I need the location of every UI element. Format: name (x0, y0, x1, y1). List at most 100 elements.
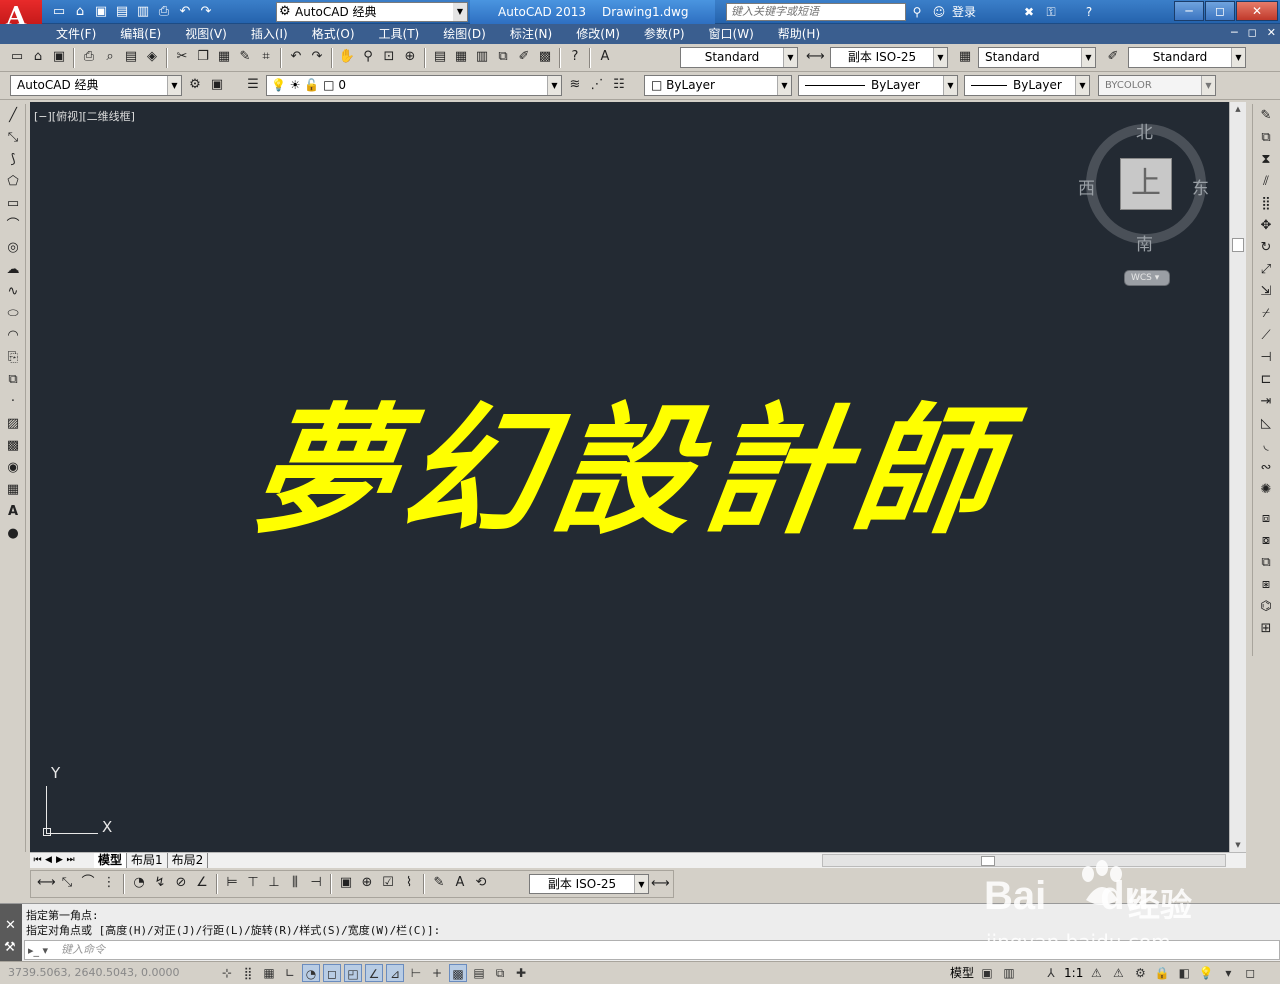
extend-icon[interactable]: ⟋ (1255, 325, 1277, 346)
region-icon[interactable]: ◉ (2, 457, 24, 478)
line-icon[interactable]: ╱ (2, 105, 24, 126)
add-selected-icon[interactable]: ● (2, 523, 24, 544)
calculator-icon[interactable]: ▩ (536, 48, 554, 66)
scale-icon[interactable]: ⤢ (1255, 259, 1277, 280)
wcs-menu[interactable]: WCS ▾ (1124, 270, 1170, 286)
stretch-icon[interactable]: ⇲ (1255, 281, 1277, 302)
layer-previous-icon[interactable]: ⋰ (588, 76, 606, 94)
open-file-icon[interactable]: ⌂ (29, 48, 47, 66)
table-icon[interactable]: ▦ (2, 479, 24, 500)
dim-style-manager-icon[interactable]: ⟷ (651, 875, 670, 893)
copy-object-icon[interactable]: ⧉ (1255, 127, 1277, 148)
sheet-set-icon[interactable]: ⧉ (494, 48, 512, 66)
scroll-up-icon[interactable]: ▲ (1230, 102, 1246, 116)
publish-icon[interactable]: ▤ (122, 48, 140, 66)
saveas-icon[interactable]: ▤ (113, 3, 131, 21)
dim-update-icon[interactable]: ⟲ (472, 874, 490, 892)
new-icon[interactable]: ▭ (50, 3, 68, 21)
menu-dimension[interactable]: 标注(N) (498, 24, 564, 44)
toolbar-lock-icon[interactable]: 🔒 (1153, 964, 1171, 982)
text-front-icon[interactable]: ⌬ (1255, 596, 1277, 617)
break-icon[interactable]: ⊏ (1255, 369, 1277, 390)
exchange-icon[interactable]: ✖ (1020, 2, 1038, 22)
annotation-monitor-icon[interactable]: ✚ (512, 964, 530, 982)
viewcube[interactable]: 上 北 南 东 西 (1078, 123, 1209, 255)
save-file-icon[interactable]: ▣ (50, 48, 68, 66)
explode-icon[interactable]: ✺ (1255, 479, 1277, 500)
arc-icon[interactable]: ⌒ (2, 215, 24, 236)
workspace-select[interactable]: AutoCAD 经典 ▼ (10, 75, 182, 96)
open-icon[interactable]: ⌂ (71, 3, 89, 21)
lineweight-icon[interactable]: + (428, 964, 446, 982)
polygon-icon[interactable]: ⬠ (2, 171, 24, 192)
3d-object-snap-icon[interactable]: ◰ (344, 964, 362, 982)
array-icon[interactable]: ⣿ (1255, 193, 1277, 214)
command-window-handle[interactable]: ✕ ⚒ (0, 904, 22, 962)
close-button[interactable]: ✕ (1236, 1, 1278, 21)
point-icon[interactable]: · (2, 391, 24, 412)
arc-length-icon[interactable]: ⌒ (79, 874, 97, 892)
redo-tool-icon[interactable]: ↷ (308, 48, 326, 66)
drawing-text[interactable]: 夢幻設計師 (30, 387, 1229, 557)
menu-window[interactable]: 窗口(W) (697, 24, 766, 44)
plot-preview-icon[interactable]: ⌕ (101, 48, 119, 66)
help-search-input[interactable] (726, 3, 906, 21)
doc-close-button[interactable]: ✕ (1267, 26, 1276, 39)
workspace-selector[interactable]: ⚙ AutoCAD 经典 ▼ (276, 2, 468, 22)
print-icon[interactable]: ⎙ (155, 3, 173, 21)
circle-icon[interactable]: ◎ (2, 237, 24, 258)
diameter-dim-icon[interactable]: ⊘ (172, 874, 190, 892)
lineweight-select[interactable]: ByLayer ▼ (964, 75, 1090, 96)
block-editor-icon[interactable]: ⌗ (257, 48, 275, 66)
jogged-dim-icon[interactable]: ↯ (151, 874, 169, 892)
dim-text-edit-icon[interactable]: A (451, 874, 469, 892)
help-tool-icon[interactable]: ? (566, 48, 584, 66)
move-icon[interactable]: ✥ (1255, 215, 1277, 236)
rotate-icon[interactable]: ↻ (1255, 237, 1277, 258)
text-style-icon[interactable]: A (596, 48, 614, 66)
match-properties-icon[interactable]: ✎ (236, 48, 254, 66)
erase-icon[interactable]: ✎ (1255, 105, 1277, 126)
paste-icon[interactable]: ▦ (215, 48, 233, 66)
snap-mode-icon[interactable]: ⣿ (239, 964, 257, 982)
tolerance-icon[interactable]: ▣ (337, 874, 355, 892)
mleader-style-icon[interactable]: ✐ (1104, 48, 1122, 66)
revision-cloud-icon[interactable]: ☁ (2, 259, 24, 280)
text-style-select[interactable]: Standard ▼ (680, 47, 798, 68)
login-link[interactable]: 登录 (952, 2, 976, 22)
viewcube-east[interactable]: 东 (1192, 174, 1209, 199)
join-icon[interactable]: ⇥ (1255, 391, 1277, 412)
break-at-point-icon[interactable]: ⊣ (1255, 347, 1277, 368)
jogged-linear-icon[interactable]: ⌇ (400, 874, 418, 892)
layer-select[interactable]: 💡 ☀ 🔓 □ 0 ▼ (266, 75, 562, 96)
viewcube-south[interactable]: 南 (1136, 230, 1153, 255)
help-icon[interactable]: ? (1080, 2, 1098, 22)
baseline-dim-icon[interactable]: ⊤ (244, 874, 262, 892)
annotation-visibility-icon[interactable]: ⚠ (1087, 964, 1105, 982)
plot-icon[interactable]: ▥ (134, 3, 152, 21)
scroll-down-icon[interactable]: ▼ (1230, 838, 1246, 852)
chamfer-icon[interactable]: ◺ (1255, 413, 1277, 434)
continue-dim-icon[interactable]: ⊥ (265, 874, 283, 892)
maximize-button[interactable]: ◻ (1205, 1, 1235, 21)
close-icon[interactable]: ✕ (5, 918, 16, 933)
model-space-button[interactable]: 模型 (950, 964, 974, 982)
linear-dim-icon[interactable]: ⟷ (37, 874, 56, 892)
last-tab-icon[interactable]: ⏭ (65, 853, 76, 868)
workspace-switching-icon[interactable]: ⚙ (1131, 964, 1149, 982)
bring-above-icon[interactable]: ⧉ (1255, 552, 1277, 573)
insert-block-icon[interactable]: ⎘ (2, 347, 24, 368)
lock-icon[interactable]: ⚿ (1042, 2, 1060, 22)
quick-view-layouts-icon[interactable]: ▣ (978, 964, 996, 982)
blend-curves-icon[interactable]: ∾ (1255, 457, 1277, 478)
viewcube-west[interactable]: 西 (1078, 174, 1095, 199)
color-select[interactable]: □ ByLayer ▼ (644, 75, 792, 96)
tab-layout2[interactable]: 布局2 (168, 853, 209, 868)
dim-style-select[interactable]: 副本 ISO-25 ▼ (830, 47, 948, 68)
spline-icon[interactable]: ∿ (2, 281, 24, 302)
customize-wrench-icon[interactable]: ⚒ (4, 940, 16, 955)
user-icon[interactable]: ☺ (930, 2, 948, 22)
multiline-text-icon[interactable]: A (2, 501, 24, 522)
object-snap-tracking-icon[interactable]: ∠ (365, 964, 383, 982)
zoom-previous-icon[interactable]: ⊕ (401, 48, 419, 66)
